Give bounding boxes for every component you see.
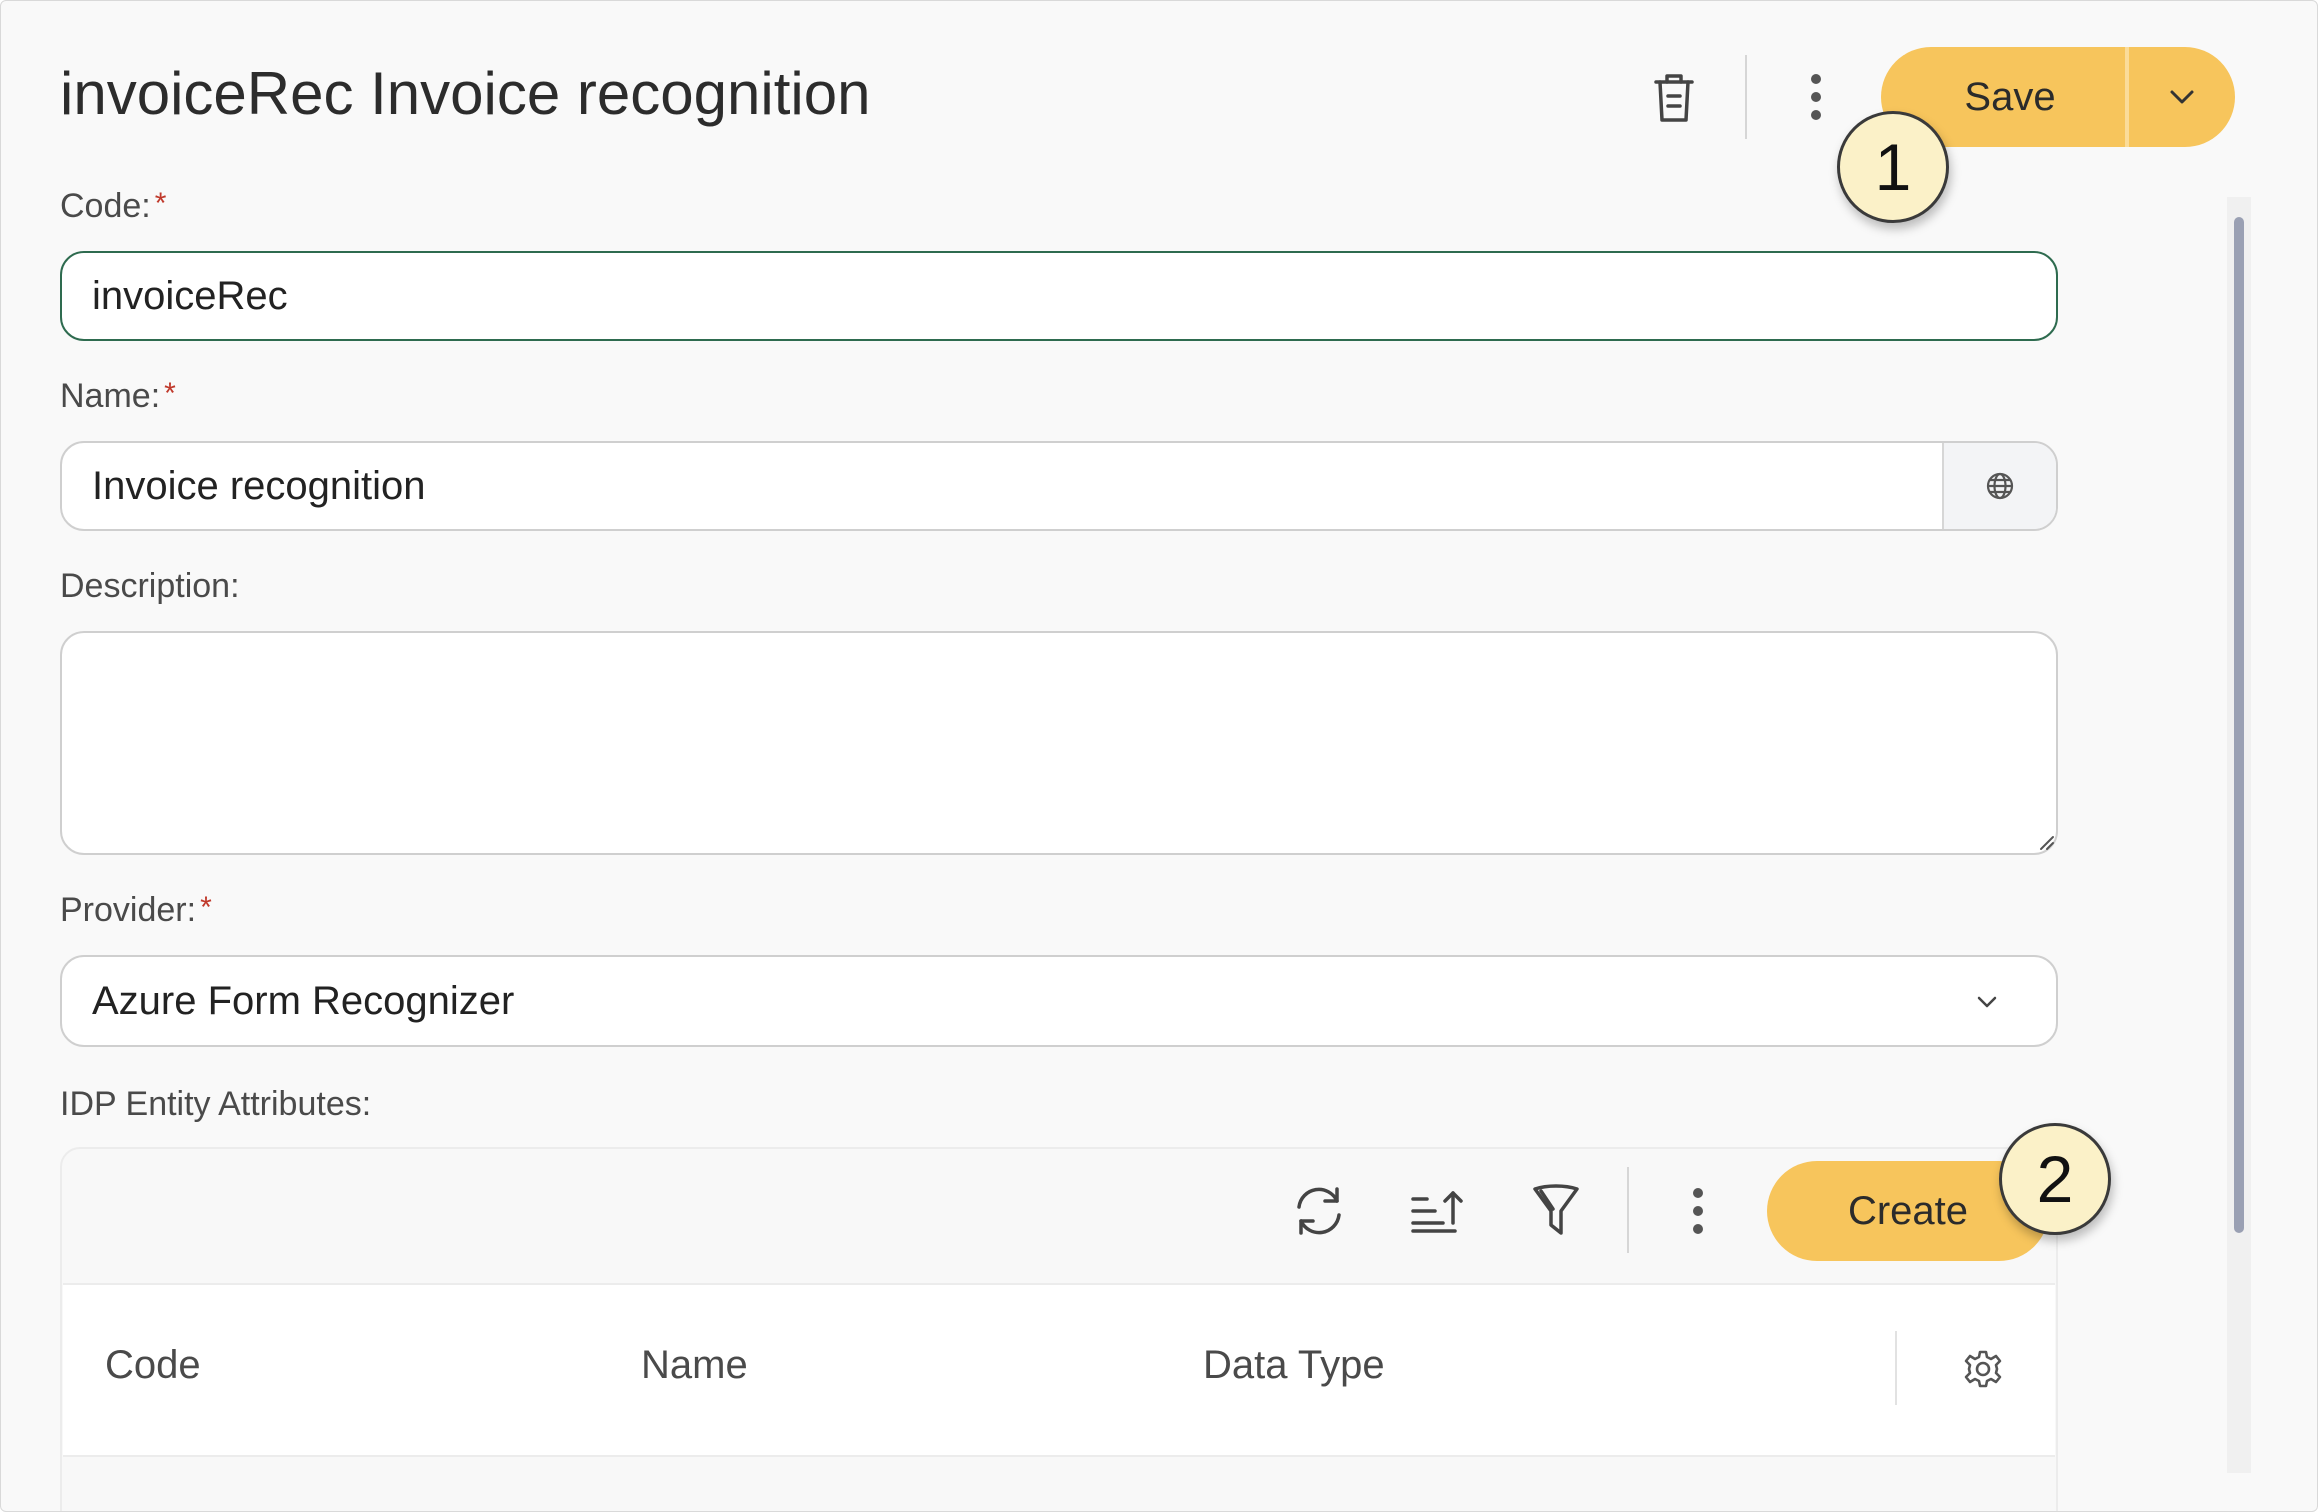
name-input-value: Invoice recognition bbox=[92, 463, 426, 508]
grid-more-actions-button[interactable] bbox=[1683, 1181, 1713, 1241]
code-input[interactable]: invoiceRec bbox=[60, 251, 2058, 341]
description-textarea[interactable] bbox=[60, 631, 2058, 855]
column-settings-button[interactable] bbox=[1953, 1339, 2013, 1399]
provider-select-value: Azure Form Recognizer bbox=[92, 978, 515, 1023]
attributes-label: IDP Entity Attributes: bbox=[60, 1085, 372, 1123]
name-input[interactable]: Invoice recognition bbox=[60, 441, 2058, 531]
save-options-button[interactable] bbox=[2129, 47, 2235, 147]
resize-grip-icon[interactable] bbox=[2037, 833, 2055, 851]
column-header-code[interactable]: Code bbox=[105, 1343, 201, 1388]
toolbar-separator bbox=[1745, 55, 1747, 139]
required-mark: * bbox=[164, 377, 176, 410]
refresh-button[interactable] bbox=[1287, 1179, 1351, 1243]
callout-badge-2: 2 bbox=[1999, 1123, 2111, 1235]
delete-button[interactable] bbox=[1649, 63, 1699, 133]
code-input-value: invoiceRec bbox=[92, 273, 288, 318]
code-label-text: Code: bbox=[60, 187, 151, 225]
code-label: Code: * bbox=[60, 187, 166, 226]
form-window: invoiceRec Invoice recognition Save 1 Co… bbox=[0, 0, 2318, 1512]
callout-badge-1: 1 bbox=[1837, 111, 1949, 223]
filter-icon bbox=[1533, 1184, 1579, 1235]
name-label-text: Name: bbox=[60, 377, 161, 415]
provider-label-text: Provider: bbox=[60, 891, 197, 929]
required-mark: * bbox=[200, 891, 212, 924]
sort-ascending-icon bbox=[1411, 1191, 1463, 1233]
column-header-data-type[interactable]: Data Type bbox=[1203, 1343, 1385, 1388]
filter-button[interactable] bbox=[1523, 1177, 1589, 1245]
required-mark: * bbox=[154, 187, 167, 220]
column-separator bbox=[1895, 1331, 1897, 1405]
sort-button[interactable] bbox=[1405, 1179, 1469, 1243]
provider-label: Provider: * bbox=[60, 891, 212, 930]
scrollbar-thumb[interactable] bbox=[2234, 217, 2244, 1233]
name-label: Name: * bbox=[60, 377, 176, 416]
grid-header-row: Code Name Data Type bbox=[63, 1283, 2055, 1457]
trash-icon bbox=[1654, 74, 1694, 122]
page-title: invoiceRec Invoice recognition bbox=[60, 60, 871, 127]
chevron-down-icon bbox=[2170, 90, 2194, 104]
grid-toolbar-separator bbox=[1627, 1167, 1629, 1253]
kebab-vertical-icon bbox=[1811, 74, 1821, 120]
more-actions-button[interactable] bbox=[1801, 67, 1831, 127]
column-header-name[interactable]: Name bbox=[641, 1343, 748, 1388]
refresh-icon bbox=[1297, 1187, 1341, 1235]
description-label: Description: bbox=[60, 567, 240, 605]
gear-icon bbox=[1964, 1350, 2002, 1388]
kebab-vertical-icon bbox=[1693, 1188, 1703, 1234]
globe-icon bbox=[1986, 472, 2014, 500]
translate-button[interactable] bbox=[1942, 443, 2056, 529]
provider-select[interactable]: Azure Form Recognizer bbox=[60, 955, 2058, 1047]
chevron-down-icon bbox=[1977, 996, 1997, 1008]
